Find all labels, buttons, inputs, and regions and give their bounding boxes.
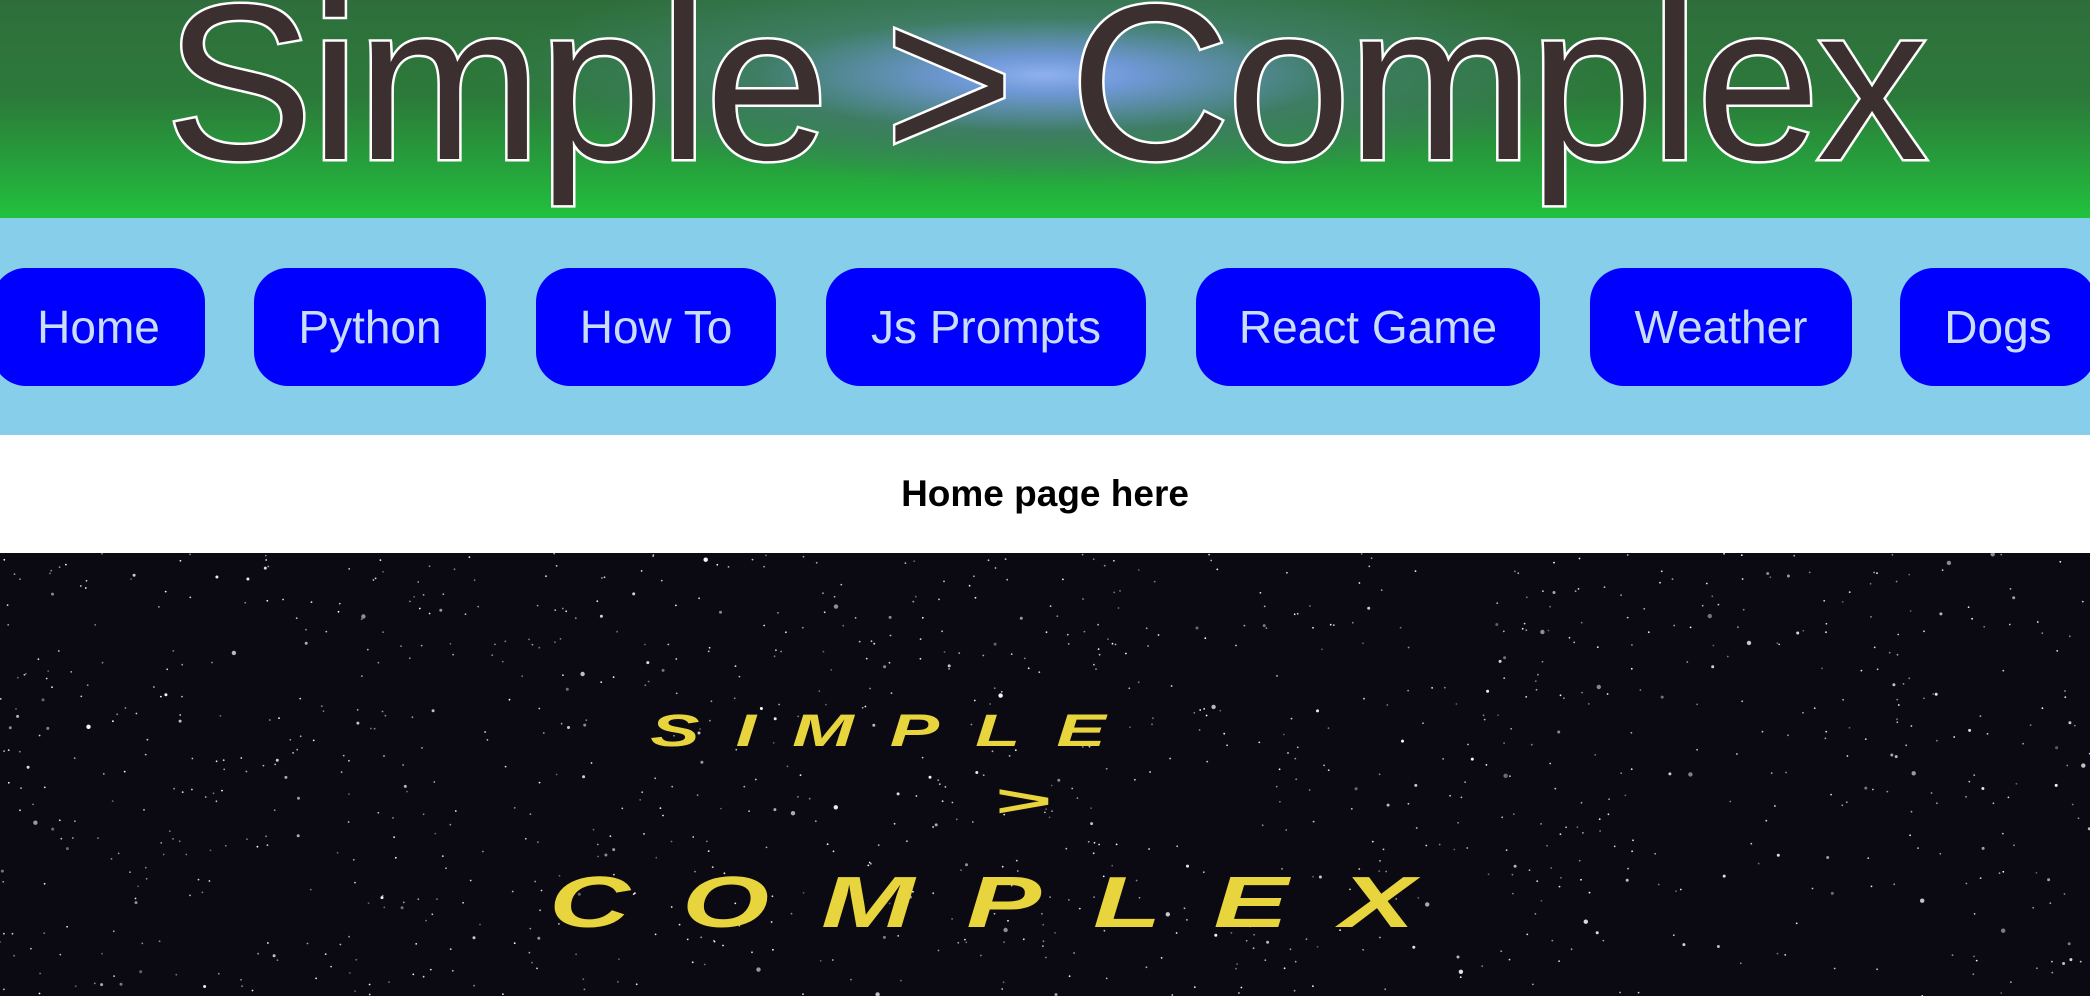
home-page-text: Home page here [901,473,1189,514]
crawl-text: SIMPLE > COMPLEX [549,705,1467,943]
nav-dogs-button[interactable]: Dogs [1900,268,2090,386]
nav-js-prompts-button[interactable]: Js Prompts [826,268,1146,386]
crawl-line-complex: COMPLEX [549,861,1467,943]
main-nav: Home Python How To Js Prompts React Game… [0,218,2090,435]
crawl-line-simple: SIMPLE [650,705,1141,756]
star-crawl-section: SIMPLE > COMPLEX [0,553,2090,996]
nav-python-button[interactable]: Python [254,268,486,386]
nav-react-game-button[interactable]: React Game [1196,268,1540,386]
site-title: Simple > Complex [163,0,1931,210]
nav-how-to-button[interactable]: How To [536,268,776,386]
site-header: Simple > Complex [0,0,2090,218]
nav-home-button[interactable]: Home [0,268,205,386]
nav-weather-button[interactable]: Weather [1590,268,1852,386]
crawl-line-greater-than: > [994,776,1051,826]
home-section: Home page here [0,435,2090,553]
